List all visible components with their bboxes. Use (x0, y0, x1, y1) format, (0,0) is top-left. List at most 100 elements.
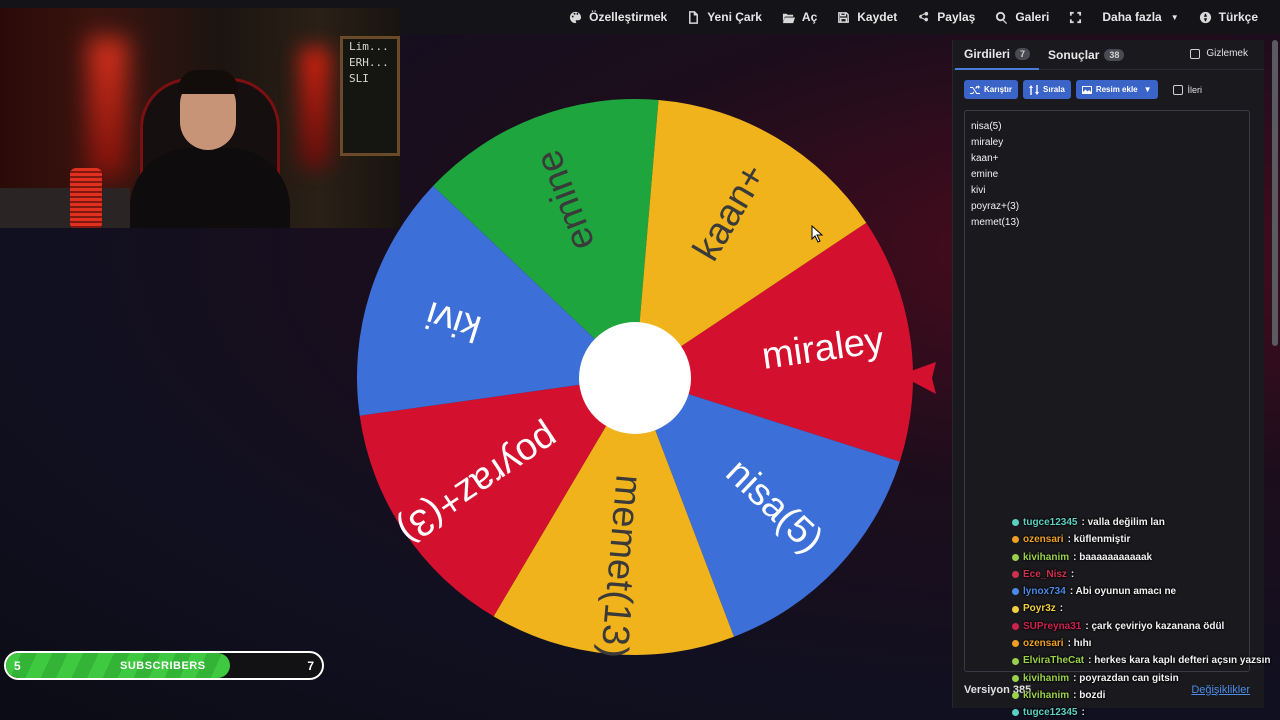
hide-label: Gizlemek (1206, 48, 1248, 59)
fullscreen-button[interactable] (1059, 0, 1092, 34)
subscriber-goal: 7 (307, 659, 314, 673)
nav-item-8[interactable]: Türkçe (1189, 0, 1268, 34)
nav-item-7[interactable]: Daha fazla ▼ (1092, 0, 1188, 34)
shuffle-button[interactable]: Karıştır (964, 80, 1019, 99)
nav-item-label: Aç (801, 10, 818, 24)
tab-entries-label: Girdileri (964, 46, 1011, 61)
webcam-person-body (130, 148, 290, 228)
chat-badge-icon (1012, 657, 1019, 665)
chalkboard-text: SLI (349, 72, 369, 85)
nav-item-label: Özelleştirmek (589, 10, 668, 24)
tab-results[interactable]: Sonuçlar 38 (1039, 40, 1133, 70)
chat-username: SUPreyna31 (1023, 620, 1082, 632)
spin-wheel[interactable]: miraley nisa(5) memet(13) poyraz+(3) kivi emi… (357, 97, 913, 657)
nav-item-3[interactable]: Kaydet (827, 0, 907, 34)
stream-chat-overlay: tugce12345 : valla değilim lan ozensari :… (1012, 514, 1280, 720)
nav-item-4[interactable]: Paylaş (907, 0, 985, 34)
webcam-lamp (70, 168, 102, 228)
results-count-badge: 38 (1104, 48, 1125, 61)
chat-message: SUPreyna31 : çark çeviriyo kazanana ödül (1012, 618, 1280, 635)
chat-badge-icon (1012, 536, 1019, 544)
chalkboard-text: Lim... (349, 40, 389, 53)
nav-item-label: Paylaş (937, 10, 976, 24)
chat-username: ElviraTheCat (1023, 655, 1085, 667)
hide-checkbox[interactable] (1190, 48, 1201, 59)
chat-message: kivihanim : baaaaaaaaaaak (1012, 549, 1280, 566)
image-icon (1081, 85, 1092, 94)
panel-tabs: Girdileri 7 Sonuçlar 38 Gizlemek (953, 40, 1264, 70)
advanced-checkbox[interactable] (1172, 84, 1183, 95)
webcam-overlay: Lim... ERH... SLI (0, 8, 400, 228)
mouse-cursor-icon (811, 225, 824, 243)
chat-message: kivihanim : bozdi (1012, 687, 1280, 704)
add-image-button[interactable]: Resim ekle ▼ (1075, 80, 1158, 99)
search-icon (996, 11, 1008, 24)
chat-text: : herkes kara kaplı defteri açsın yazsın (1088, 655, 1271, 667)
chat-username: tugce12345 (1023, 707, 1078, 719)
page-scrollbar[interactable] (1272, 40, 1278, 346)
nav-item-label: Yeni Çark (707, 10, 762, 24)
file-icon (689, 10, 699, 24)
nav-item-label: Kaydet (857, 10, 898, 24)
top-strip (0, 0, 400, 8)
tab-entries[interactable]: Girdileri 7 (955, 40, 1040, 70)
tab-results-label: Sonuçlar (1048, 47, 1100, 62)
palette-icon (570, 11, 582, 23)
entry-line: kaan+ (971, 153, 999, 164)
chat-badge-icon (1012, 622, 1019, 630)
webcam-person-hair (178, 70, 238, 94)
entries-toolbar: Karıştır Sırala Resim ekle ▼ İleri (953, 70, 1264, 99)
wheel-pointer-arrow (900, 362, 936, 394)
chalkboard-text: ERH... (349, 56, 389, 69)
shuffle-icon (970, 84, 980, 95)
hide-toggle[interactable]: Gizlemek (1190, 48, 1248, 59)
sort-icon (1029, 84, 1040, 95)
chat-badge-icon (1012, 519, 1019, 527)
chat-text: : çark çeviriyo kazanana ödül (1085, 620, 1225, 632)
share-icon (919, 11, 929, 21)
shuffle-label: Karıştır (984, 85, 1013, 94)
chat-text: : (1070, 568, 1075, 580)
chat-message: kivihanim : poyrazdan can gitsin (1012, 670, 1280, 687)
subscriber-goal-bar: 5 SUBSCRIBERS 7 (4, 651, 324, 680)
top-navbar: Özelleştirmek Yeni Çark Aç Kaydet Paylaş Gale… (400, 0, 1280, 34)
advanced-toggle[interactable]: İleri (1172, 84, 1202, 95)
nav-item-2[interactable]: Aç (772, 0, 827, 34)
wheel-center-button[interactable] (579, 322, 691, 434)
subscriber-current: 5 (14, 659, 21, 673)
nav-item-5[interactable]: Galeri (985, 0, 1059, 34)
entry-line: emine (971, 169, 999, 180)
webcam-red-light (88, 38, 128, 178)
chat-message: ozensari : küflenmiştir (1012, 531, 1280, 548)
chat-username: ozensari (1023, 534, 1064, 546)
entry-line: miraley (971, 137, 1004, 148)
chat-badge-icon (1012, 588, 1019, 596)
chat-badge-icon (1012, 692, 1019, 700)
chat-text: : hıhı (1067, 638, 1092, 650)
chat-text: : valla değilim lan (1081, 517, 1165, 528)
chat-username: Ece_Nisz (1023, 568, 1067, 580)
entry-line: kivi (971, 185, 986, 196)
chat-message: Poyr3z : (1012, 600, 1280, 617)
chat-message: tugce12345 : valla değilim lan (1012, 514, 1280, 531)
entry-line: nisa(5) (971, 121, 1002, 132)
save-icon (838, 11, 850, 23)
nav-item-label: Daha fazla (1102, 10, 1162, 24)
chat-username: tugce12345 (1023, 517, 1078, 528)
chat-text: : (1059, 603, 1064, 615)
chat-badge-icon (1012, 709, 1019, 717)
webcam-desk (0, 188, 130, 228)
add-image-label: Resim ekle (1095, 85, 1138, 94)
chat-message: Ece_Nisz : (1012, 566, 1280, 583)
chat-message: ozensari : hıhı (1012, 635, 1280, 652)
chevron-down-icon: ▼ (1143, 85, 1152, 94)
sort-button[interactable]: Sırala (1023, 80, 1071, 99)
nav-item-0[interactable]: Özelleştirmek (559, 0, 677, 34)
nav-item-label: Galeri (1015, 10, 1050, 24)
chat-text: : baaaaaaaaaaak (1073, 551, 1153, 563)
chat-text: : bozdi (1073, 689, 1106, 701)
chat-username: ozensari (1023, 638, 1064, 650)
chat-username: Poyr3z (1023, 603, 1056, 615)
nav-item-1[interactable]: Yeni Çark (677, 0, 772, 34)
chat-text: : Abi oyunun amacı ne (1069, 586, 1177, 598)
